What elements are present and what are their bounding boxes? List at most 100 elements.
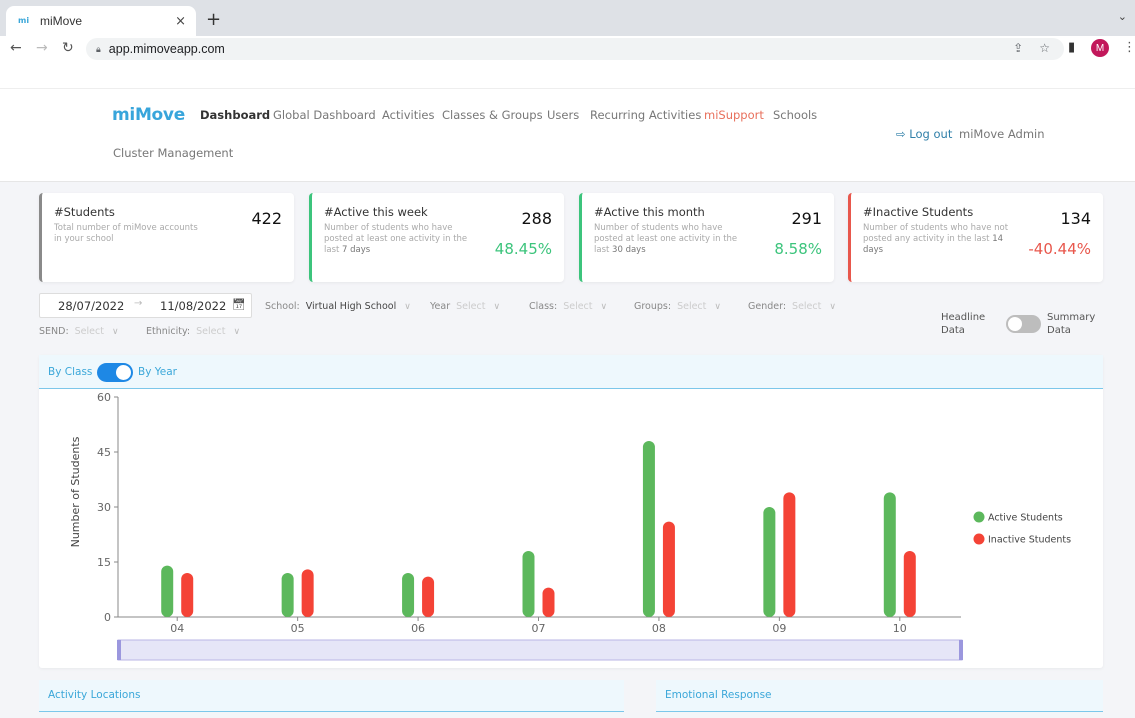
date-to[interactable]: 11/08/2022 <box>160 299 226 313</box>
emotional-response-panel: Emotional Response <box>656 680 1103 712</box>
y-axis-label: Number of Students <box>69 436 82 547</box>
user-name: miMove Admin <box>959 127 1045 141</box>
share-icon[interactable]: ⇪ <box>1013 41 1023 55</box>
card-value: 288 <box>521 209 552 228</box>
bar-inactive-students <box>422 576 435 617</box>
bar-inactive-students <box>783 492 796 617</box>
logout-icon: ⇨ <box>896 127 910 141</box>
chart-panel: By Class By Year 0 15 30 45 60 04 05 06 07 08 09 1… <box>39 355 1103 668</box>
school-filter[interactable]: School: Virtual High School ∨ <box>265 301 411 312</box>
class-filter[interactable]: Class: Select ∨ <box>529 301 607 312</box>
x-tick-label: 08 <box>652 622 666 635</box>
bar-active-students <box>883 492 896 617</box>
chevron-down-icon: ∨ <box>111 327 119 337</box>
chevron-down-icon: ∨ <box>404 302 411 312</box>
card-description: Number of students who have not posted a… <box>863 223 1009 255</box>
card-title: #Active this month <box>594 205 705 219</box>
browser-menu-icon[interactable]: ⋮ <box>1123 40 1135 55</box>
summary-data-label: Summary Data <box>1047 312 1096 336</box>
tab-title: miMove <box>40 14 83 28</box>
chevron-down-icon: ∨ <box>600 302 608 312</box>
bookmark-star-icon[interactable]: ☆ <box>1039 41 1050 55</box>
chevron-down-icon: ∨ <box>493 302 501 312</box>
chevron-down-icon: ∨ <box>233 327 241 337</box>
bar-inactive-students <box>903 551 916 617</box>
card-percent: -40.44% <box>1028 240 1091 258</box>
chevron-down-icon: ∨ <box>829 302 836 312</box>
nav-cluster-management[interactable]: Cluster Management <box>113 146 233 160</box>
y-tick-label: 0 <box>104 611 111 624</box>
bar-inactive-students <box>542 587 555 617</box>
lock-icon: 🔒︎ <box>96 43 101 54</box>
y-tick-label: 30 <box>97 501 111 514</box>
bar-inactive-students <box>181 573 194 617</box>
activity-locations-title: Activity Locations <box>48 689 141 701</box>
mimove-logo[interactable]: miMove <box>112 105 185 125</box>
headline-summary-toggle[interactable] <box>1006 315 1041 333</box>
legend: Active Students Inactive Students <box>973 511 1071 546</box>
bars <box>161 441 916 617</box>
activity-locations-panel: Activity Locations <box>39 680 624 712</box>
dashboard-content: #Students Total number of miMove account… <box>0 182 1135 718</box>
back-icon[interactable]: ← <box>10 40 22 56</box>
close-tab-icon[interactable]: × <box>175 14 186 29</box>
logout-label: Log out <box>909 127 953 141</box>
headline-data-label: Headline Data <box>941 312 986 336</box>
url-input[interactable]: 🔒︎ app.mimoveapp.com ⇪ ☆ <box>86 38 1064 60</box>
side-panel-icon[interactable]: ▮ <box>1068 40 1075 55</box>
bar-active-students <box>522 551 535 617</box>
send-filter[interactable]: SEND: Select ∨ <box>39 326 119 337</box>
year-filter[interactable]: Year Select ∨ <box>430 301 500 312</box>
nav-misupport[interactable]: miSupport <box>704 108 764 122</box>
browser-tab[interactable]: mi miMove × <box>6 6 196 36</box>
chevron-down-icon: ∨ <box>714 302 721 312</box>
card-title: #Inactive Students <box>863 205 974 219</box>
legend-marker <box>973 511 985 523</box>
bar-active-students <box>763 507 776 617</box>
nav-users[interactable]: Users <box>547 108 579 122</box>
forward-icon[interactable]: → <box>36 40 48 56</box>
gender-filter[interactable]: Gender: Select ∨ <box>748 301 836 312</box>
card-value: 134 <box>1060 209 1091 228</box>
browser-tab-bar: mi miMove × + ⌄ <box>0 0 1135 36</box>
y-tick-label: 45 <box>97 446 111 459</box>
nav-schools[interactable]: Schools <box>773 108 817 122</box>
stat-card-inactive: #Inactive Students Number of students wh… <box>848 193 1103 282</box>
nav-dashboard[interactable]: Dashboard <box>200 108 270 122</box>
tab-search-chevron-icon[interactable]: ⌄ <box>1118 10 1127 23</box>
range-handle-left[interactable] <box>117 640 121 660</box>
bar-inactive-students <box>662 521 675 617</box>
y-axis: 0 15 30 45 60 <box>97 391 119 624</box>
card-percent: 48.45% <box>494 240 552 258</box>
x-tick-label: 07 <box>532 622 546 635</box>
groups-filter[interactable]: Groups: Select ∨ <box>634 301 721 312</box>
nav-global-dashboard[interactable]: Global Dashboard <box>273 108 376 122</box>
emotional-response-title: Emotional Response <box>665 689 772 701</box>
reload-icon[interactable]: ↻ <box>62 40 74 56</box>
x-axis: 04 05 06 07 08 09 10 <box>118 616 961 635</box>
calendar-icon[interactable]: 📅︎ <box>232 298 246 311</box>
x-tick-label: 04 <box>170 622 184 635</box>
ethnicity-filter[interactable]: Ethnicity: Select ∨ <box>146 326 240 337</box>
range-handle-right[interactable] <box>959 640 963 660</box>
logout-link[interactable]: ⇨ Log out <box>896 127 952 141</box>
nav-activities[interactable]: Activities <box>382 108 434 122</box>
x-tick-label: 05 <box>291 622 305 635</box>
profile-avatar[interactable]: M <box>1091 39 1109 57</box>
stat-card-active-week: #Active this week Number of students who… <box>309 193 564 282</box>
date-range-picker[interactable]: 28/07/2022 → 11/08/2022 📅︎ <box>39 293 252 318</box>
card-percent: 8.58% <box>774 240 822 258</box>
new-tab-button[interactable]: + <box>206 9 221 30</box>
legend-marker <box>973 533 985 545</box>
toggle-knob <box>1008 317 1022 331</box>
card-title: #Active this week <box>324 205 428 219</box>
date-from[interactable]: 28/07/2022 <box>58 299 124 313</box>
range-slider[interactable] <box>117 639 963 661</box>
range-slider-track[interactable] <box>117 639 963 661</box>
bar-active-students <box>281 573 294 617</box>
card-description: Number of students who have posted at le… <box>324 223 468 255</box>
nav-classes-groups[interactable]: Classes & Groups <box>442 108 543 122</box>
url-text: app.mimoveapp.com <box>108 42 225 56</box>
nav-recurring-activities[interactable]: Recurring Activities <box>590 108 701 122</box>
bar-active-students <box>161 565 174 617</box>
